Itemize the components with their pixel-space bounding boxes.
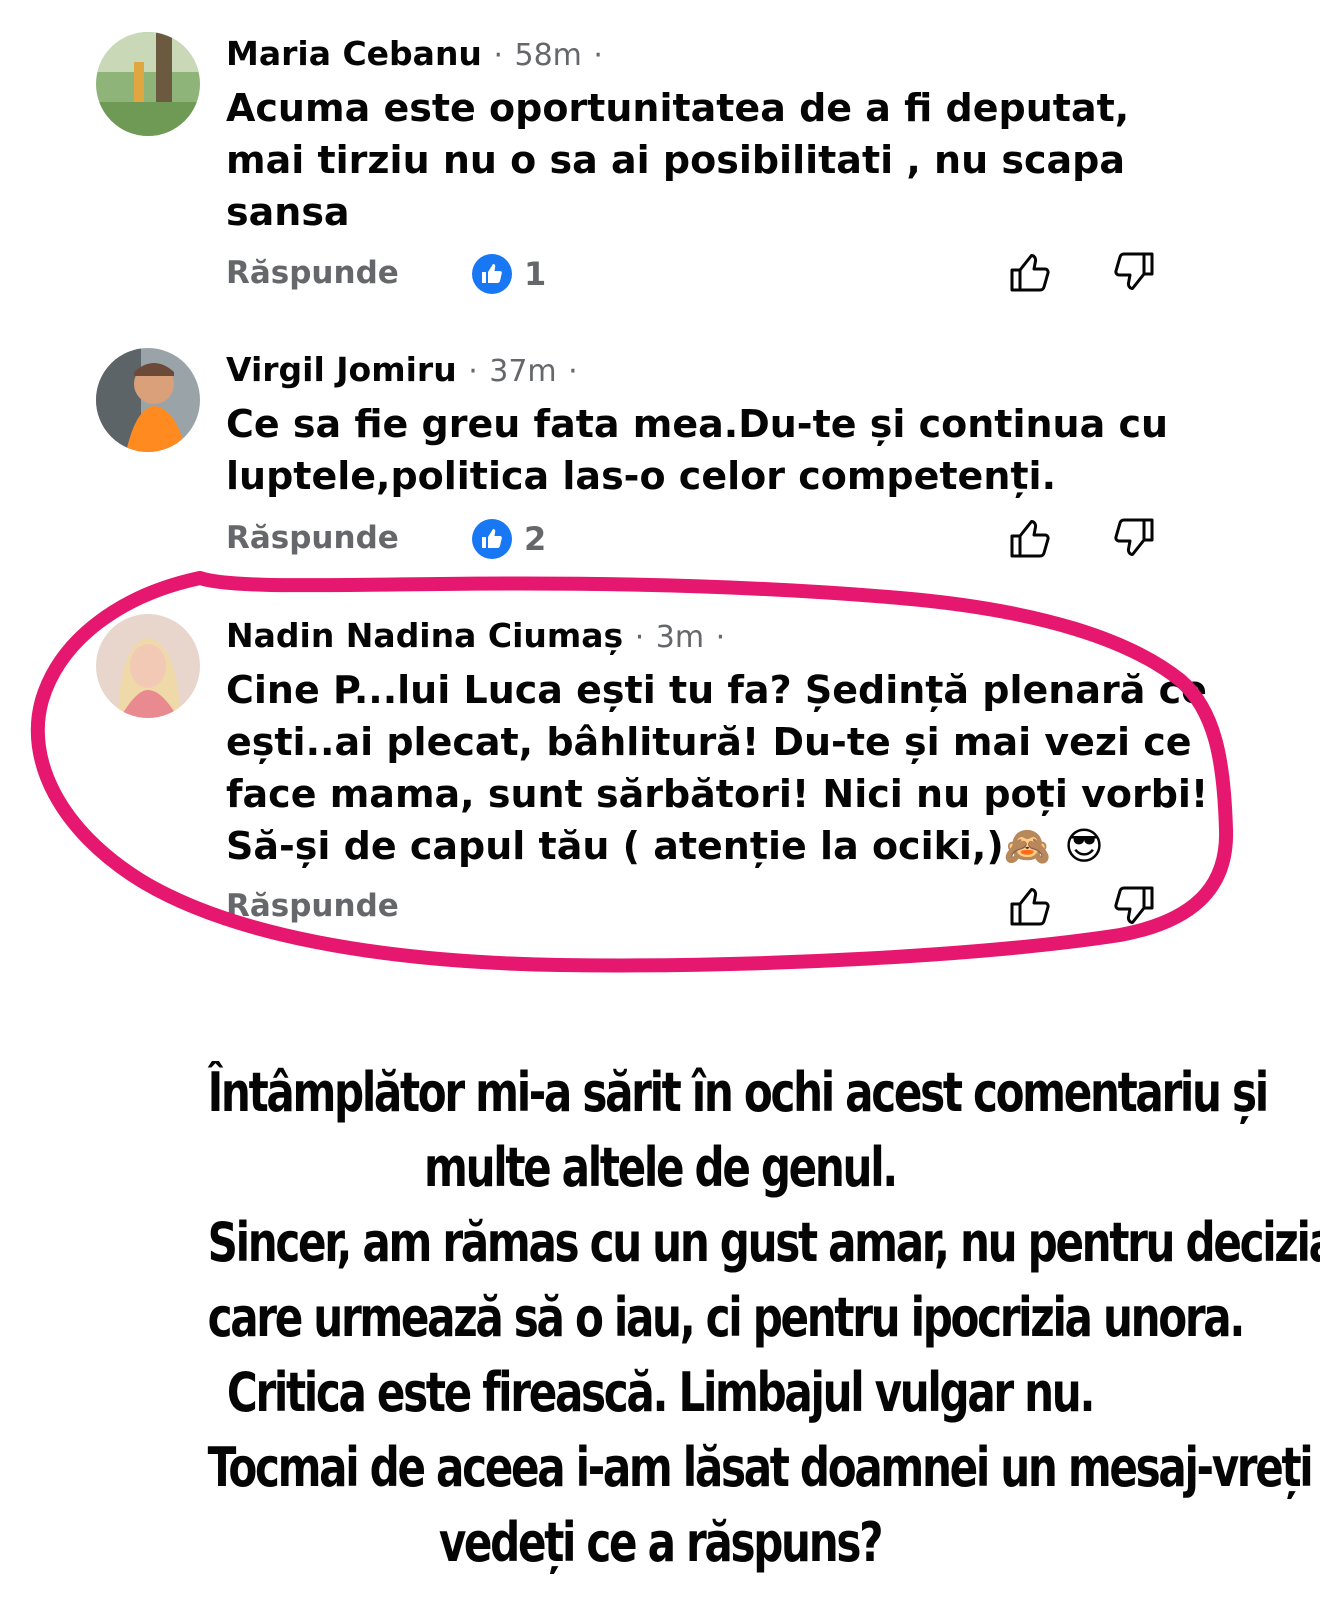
dislike-button-icon[interactable] [1110, 514, 1158, 562]
like-count: 2 [524, 520, 547, 558]
separator: · [568, 354, 578, 389]
comment-text: Acuma este oportunitatea de a fi deputat… [226, 82, 1186, 238]
man-in-car-photo-icon [96, 348, 200, 452]
comment-text-line: luptele,politica las-o celor competenți. [226, 454, 1057, 498]
caption-text: Întâmplător mi-a sărit în ochi acest com… [207, 1055, 1320, 1580]
avatar[interactable] [96, 614, 200, 718]
like-badge-icon [472, 254, 512, 294]
like-button-icon[interactable] [1006, 882, 1054, 930]
comment-text: Cine P...lui Luca ești tu fa? Ședință pl… [226, 664, 1209, 872]
author-name[interactable]: Nadin Nadina Ciumaș [226, 616, 623, 655]
comment-text-line: Cine P...lui Luca ești tu fa? Ședință pl… [226, 668, 1207, 712]
comment-header: Nadin Nadina Ciumaș · 3m · [226, 616, 725, 658]
author-name[interactable]: Virgil Jomiru [226, 350, 457, 389]
author-name[interactable]: Maria Cebanu [226, 34, 482, 73]
caption-line: Sincer, am rămas cu un gust amar, nu pen… [207, 1211, 1320, 1274]
comment-text-line: Ce sa fie greu fata mea.Du-te și continu… [226, 402, 1169, 446]
woman-portrait-photo-icon [96, 614, 200, 718]
avatar[interactable] [96, 348, 200, 452]
reply-button[interactable]: Răspunde [226, 888, 399, 924]
like-badge-icon [472, 519, 512, 559]
comment-text-line: sansa [226, 190, 350, 234]
reply-button[interactable]: Răspunde [226, 520, 399, 556]
separator: · [715, 620, 726, 655]
comment-text-line: face mama, sunt sărbători! Nici nu poți … [226, 772, 1209, 816]
dislike-button-icon[interactable] [1110, 248, 1158, 296]
reaction-count[interactable]: 1 [472, 254, 546, 294]
reply-button[interactable]: Răspunde [226, 255, 399, 291]
caption-line: care urmează să o iau, ci pentru ipocriz… [207, 1286, 1246, 1349]
timestamp[interactable]: 37m [489, 354, 556, 389]
like-count: 1 [524, 255, 547, 293]
caption-line: multe altele de genul. [424, 1136, 898, 1199]
park-photo-icon [96, 32, 200, 136]
caption-line: Tocmai de aceea i-am lăsat doamnei un me… [207, 1436, 1320, 1499]
separator: · [634, 620, 645, 655]
comment-header: Maria Cebanu · 58m · [226, 34, 603, 76]
separator: · [468, 354, 478, 389]
comment-text-line: Acuma este oportunitatea de a fi deputat… [226, 86, 1130, 130]
sunglasses-face-emoji-icon: 😎 [1064, 824, 1104, 868]
see-no-evil-monkey-emoji-icon: 🙈 [1003, 824, 1052, 868]
separator: · [493, 38, 503, 73]
timestamp[interactable]: 3m [656, 620, 704, 655]
comment-text: Ce sa fie greu fata mea.Du-te și continu… [226, 398, 1186, 502]
dislike-button-icon[interactable] [1110, 882, 1158, 930]
comment-text-segment: Să-și de capul tău ( atenție la ociki,) [226, 824, 1004, 868]
reaction-count[interactable]: 2 [472, 519, 546, 559]
like-button-icon[interactable] [1006, 248, 1054, 296]
caption-line: vedeți ce a răspuns? [438, 1511, 884, 1574]
comment-text-line: mai tirziu nu o sa ai posibilitati , nu … [226, 138, 1125, 182]
comment-text-line: ești..ai plecat, bâhlitură! Du-te și mai… [226, 720, 1192, 764]
caption-line: Întâmplător mi-a sărit în ochi acest com… [207, 1061, 1270, 1124]
avatar[interactable] [96, 32, 200, 136]
caption-line: Critica este firească. Limbajul vulgar n… [226, 1361, 1096, 1424]
timestamp[interactable]: 58m [514, 38, 581, 73]
comment-text-line: Să-și de capul tău ( atenție la ociki,)🙈… [226, 820, 1186, 872]
like-button-icon[interactable] [1006, 514, 1054, 562]
comment-header: Virgil Jomiru · 37m · [226, 350, 578, 392]
separator: · [593, 38, 603, 73]
